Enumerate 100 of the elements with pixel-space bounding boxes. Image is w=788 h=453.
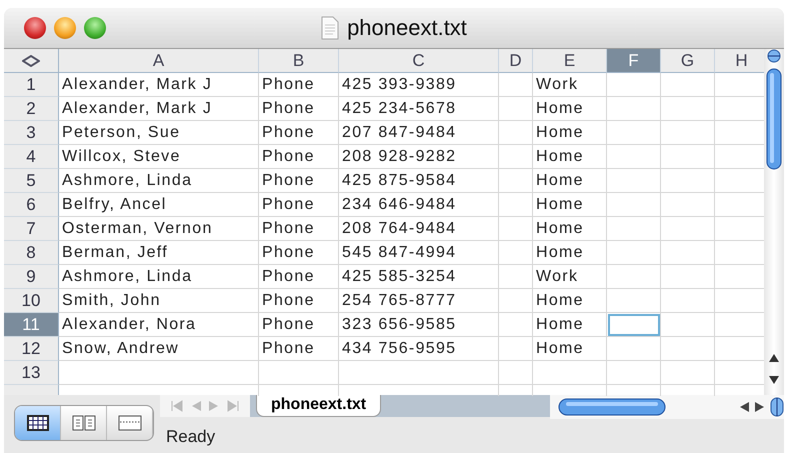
table-cell [661,145,715,169]
column-header[interactable]: E [533,49,607,73]
table-cell [607,73,661,97]
table-cell [499,145,533,169]
row-header[interactable]: 1 [4,73,59,97]
table-cell: Snow, Andrew [59,337,259,361]
row-header[interactable]: 10 [4,289,59,313]
table-cell [661,169,715,193]
column-header[interactable]: G [661,49,715,73]
table-cell: Work [533,73,607,97]
grid-view-icon [26,415,48,431]
split-handle-icon[interactable] [766,49,782,63]
table-cell [499,73,533,97]
horizontal-scroll-thumb[interactable] [558,397,668,417]
selected-cell[interactable] [607,313,661,337]
table-cell: Home [533,121,607,145]
zoom-button[interactable] [84,17,106,39]
table-cell: 254 765-8777 [339,289,499,313]
table-cell: Peterson, Sue [59,121,259,145]
split-handle-icon[interactable] [770,397,784,417]
table-cell: Phone [259,337,339,361]
row-header[interactable]: 6 [4,193,59,217]
row-header[interactable]: 12 [4,337,59,361]
table-cell [661,241,715,265]
table-cell [607,145,661,169]
row-header[interactable]: 2 [4,97,59,121]
table-cell: Smith, John [59,289,259,313]
table-cell: 425 875-9584 [339,169,499,193]
table-cell: Home [533,241,607,265]
table-cell [661,217,715,241]
table-cell [499,289,533,313]
table-cell: Home [533,217,607,241]
column-header[interactable]: H [715,49,764,73]
table-cell: Alexander, Nora [59,313,259,337]
table-cell: Phone [259,121,339,145]
table-cell: 207 847-9484 [339,121,499,145]
table-cell: Home [533,313,607,337]
table-cell: 234 646-9484 [339,193,499,217]
table-cell: Home [533,337,607,361]
table-cell [607,169,661,193]
table-cell: Alexander, Mark J [59,97,259,121]
table-cell [499,241,533,265]
column-header[interactable]: A [59,49,259,73]
sheet-tab[interactable]: phoneext.txt [256,395,382,417]
row-header[interactable]: 7 [4,217,59,241]
table-cell [499,217,533,241]
table-cell: Berman, Jeff [59,241,259,265]
table-cell [607,337,661,361]
table-cell: Willcox, Steve [59,145,259,169]
table-cell: 208 928-9282 [339,145,499,169]
select-all-icon[interactable] [22,54,40,66]
page-break-icon [118,415,142,431]
table-cell: Phone [259,265,339,289]
column-header[interactable]: B [259,49,339,73]
table-cell: Home [533,145,607,169]
table-cell [499,97,533,121]
table-cell [499,265,533,289]
table-cell: Phone [259,73,339,97]
table-cell: Phone [259,241,339,265]
scroll-up-arrow-icon[interactable] [768,352,780,364]
scroll-left-arrow-icon[interactable] [738,401,750,413]
column-header[interactable]: C [339,49,499,73]
table-cell: Ashmore, Linda [59,265,259,289]
table-cell: Work [533,265,607,289]
table-cell [607,265,661,289]
table-cell: 434 756-9595 [339,337,499,361]
table-cell [499,313,533,337]
table-cell: Phone [259,193,339,217]
table-cell: 208 764-9484 [339,217,499,241]
close-button[interactable] [24,17,46,39]
scroll-right-arrow-icon[interactable] [754,401,766,413]
view-button[interactable] [15,406,61,440]
table-cell [499,169,533,193]
table-cell: Phone [259,289,339,313]
table-cell: 425 393-9389 [339,73,499,97]
table-cell [607,241,661,265]
table-cell: Home [533,169,607,193]
table-cell: Osterman, Vernon [59,217,259,241]
table-cell: Alexander, Mark J [59,73,259,97]
table-cell [607,289,661,313]
row-header[interactable]: 4 [4,145,59,169]
table-cell [661,337,715,361]
table-cell [607,121,661,145]
row-header[interactable]: 13 [4,361,59,385]
table-cell: Phone [259,169,339,193]
row-header[interactable]: 9 [4,265,59,289]
row-header[interactable]: 8 [4,241,59,265]
table-cell [661,289,715,313]
column-header[interactable]: D [499,49,533,73]
table-cell [661,73,715,97]
table-cell: Phone [259,97,339,121]
table-cell [607,217,661,241]
row-header[interactable]: 3 [4,121,59,145]
row-header[interactable]: 5 [4,169,59,193]
table-cell: Phone [259,145,339,169]
table-cell: Belfry, Ancel [59,193,259,217]
table-cell [499,337,533,361]
table-cell: Phone [259,217,339,241]
scroll-down-arrow-icon[interactable] [768,374,780,386]
table-cell: 545 847-4994 [339,241,499,265]
